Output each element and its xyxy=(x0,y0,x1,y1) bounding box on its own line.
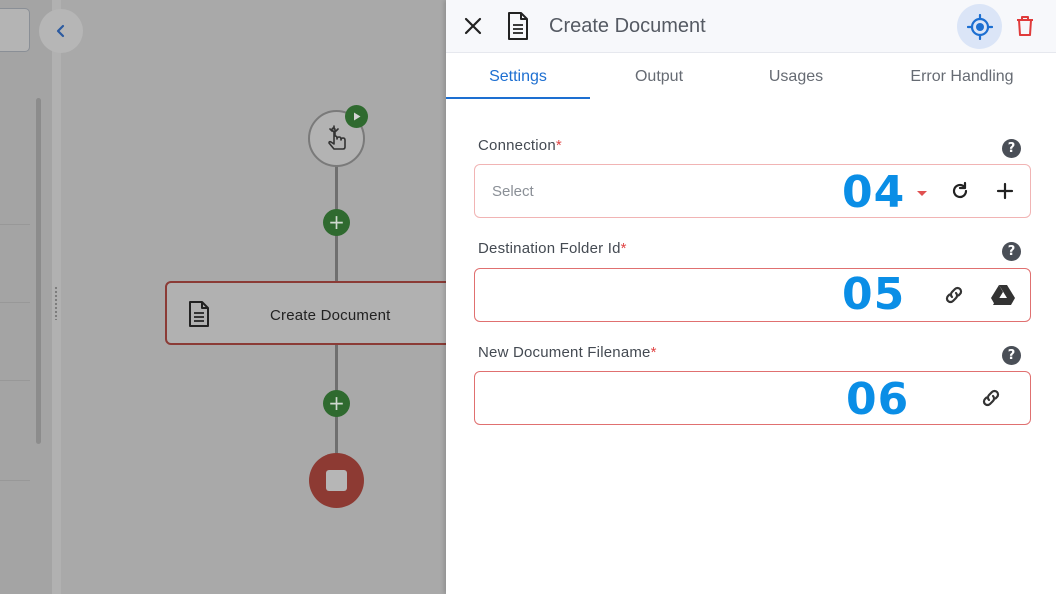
help-icon[interactable]: ? xyxy=(1002,346,1021,365)
connection-select[interactable]: Select 04 xyxy=(474,164,1031,218)
close-button[interactable] xyxy=(460,13,486,39)
active-tab-indicator xyxy=(446,97,590,99)
sidebar-scrollbar[interactable] xyxy=(36,98,41,444)
link-button[interactable] xyxy=(942,283,966,307)
filename-label-text: New Document Filename xyxy=(478,344,651,361)
tab-error-handling[interactable]: Error Handling xyxy=(864,54,1056,100)
tap-icon xyxy=(327,124,346,150)
locate-button[interactable] xyxy=(957,4,1002,49)
add-connection-button[interactable] xyxy=(993,179,1017,203)
help-icon[interactable]: ? xyxy=(1002,139,1021,158)
drag-handle[interactable] xyxy=(54,286,58,320)
delete-button[interactable] xyxy=(1013,13,1037,39)
step-number: 05 xyxy=(842,269,906,320)
step-number: 06 xyxy=(846,374,910,425)
add-step-button[interactable]: + xyxy=(323,390,350,417)
document-icon xyxy=(189,301,209,327)
node-label: Create Document xyxy=(270,307,391,324)
help-icon[interactable]: ? xyxy=(1002,242,1021,261)
destination-folder-label: Destination Folder Id* xyxy=(478,240,627,257)
link-icon xyxy=(982,389,1000,407)
google-drive-icon xyxy=(991,285,1015,305)
stop-node[interactable] xyxy=(309,453,364,508)
trash-icon xyxy=(1017,16,1033,36)
step-settings-panel: Create Document Settings Output Usages E… xyxy=(446,0,1056,594)
stop-icon xyxy=(326,470,347,491)
step-number: 04 xyxy=(842,167,906,218)
required-mark: * xyxy=(555,137,562,154)
sidebar-divider xyxy=(0,480,30,481)
refresh-icon xyxy=(952,181,968,199)
google-drive-button[interactable] xyxy=(991,283,1015,307)
tab-usages[interactable]: Usages xyxy=(728,54,864,100)
connection-label-text: Connection xyxy=(478,137,556,154)
close-icon xyxy=(464,17,482,35)
panel-tabs: Settings Output Usages Error Handling xyxy=(446,54,1056,100)
play-icon[interactable] xyxy=(345,105,368,128)
left-sidebar xyxy=(0,0,52,594)
create-document-node[interactable]: Create Document xyxy=(165,281,446,345)
sidebar-divider xyxy=(0,224,30,225)
link-icon xyxy=(945,286,963,304)
refresh-button[interactable] xyxy=(948,179,972,203)
filename-label: New Document Filename* xyxy=(478,344,657,361)
required-mark: * xyxy=(650,344,657,361)
locate-icon xyxy=(966,13,993,40)
destination-folder-label-text: Destination Folder Id xyxy=(478,240,621,257)
sidebar-divider xyxy=(0,380,30,381)
tab-settings[interactable]: Settings xyxy=(446,54,590,100)
document-icon xyxy=(508,12,528,40)
plus-icon xyxy=(996,182,1014,200)
add-step-button[interactable]: + xyxy=(323,209,350,236)
panel-header: Create Document xyxy=(446,0,1056,53)
destination-folder-input[interactable]: 05 xyxy=(474,268,1031,322)
sidebar-divider xyxy=(0,302,30,303)
workflow-canvas: + Create Document + xyxy=(0,0,446,594)
link-button[interactable] xyxy=(979,386,1003,410)
dropdown-arrow-icon[interactable] xyxy=(917,191,927,196)
sidebar-tab[interactable] xyxy=(0,8,30,52)
chevron-left-icon xyxy=(56,24,65,38)
connection-label: Connection* xyxy=(478,137,562,154)
required-mark: * xyxy=(620,240,627,257)
collapse-sidebar-button[interactable] xyxy=(39,9,83,53)
connection-placeholder: Select xyxy=(492,183,534,200)
filename-input[interactable]: 06 xyxy=(474,371,1031,425)
tab-output[interactable]: Output xyxy=(590,54,728,100)
panel-title: Create Document xyxy=(549,15,706,37)
